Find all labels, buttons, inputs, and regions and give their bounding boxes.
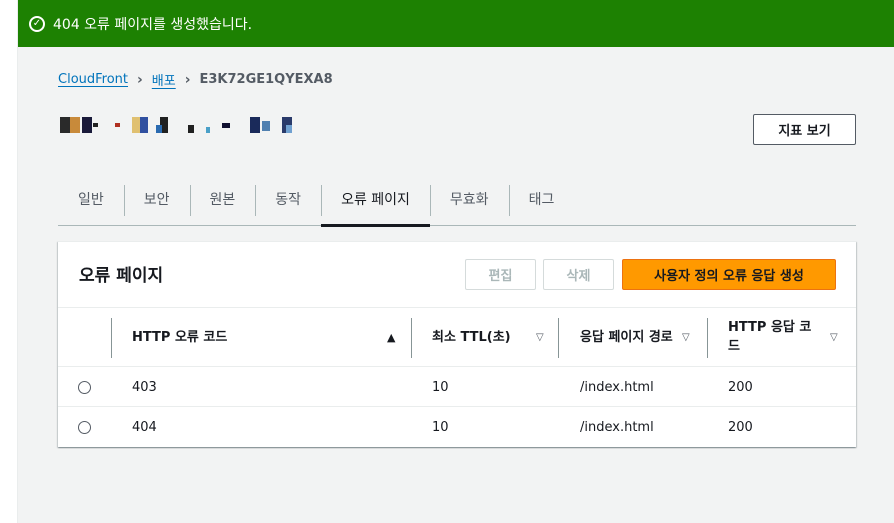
- cell-http-response-code: 200: [728, 419, 753, 435]
- table-row[interactable]: 404 10 /index.html 200: [58, 407, 856, 447]
- success-flash-banner: ✓ 404 오류 페이지를 생성했습니다.: [18, 0, 894, 47]
- success-check-icon: ✓: [29, 15, 45, 32]
- breadcrumb-distributions[interactable]: 배포: [152, 70, 176, 89]
- tab-invalidations[interactable]: 무효화: [429, 182, 509, 216]
- column-header-error-code[interactable]: HTTP 오류 코드 ▲: [132, 308, 407, 366]
- view-metrics-button[interactable]: 지표 보기: [753, 114, 856, 145]
- left-rail: [0, 0, 18, 523]
- tab-general[interactable]: 일반: [58, 182, 124, 215]
- chevron-right-icon: ›: [184, 71, 191, 88]
- cell-min-ttl: 10: [432, 379, 449, 395]
- column-header-http-response-code[interactable]: HTTP 응답 코드 ▽: [728, 308, 844, 366]
- create-custom-error-response-button[interactable]: 사용자 정의 오류 응답 생성: [622, 259, 836, 290]
- cell-error-code: 403: [132, 379, 157, 395]
- cell-response-path: /index.html: [580, 379, 654, 395]
- tab-origins[interactable]: 원본: [189, 182, 256, 216]
- sort-ascending-icon: ▲: [387, 330, 396, 344]
- page-title-redacted: [60, 117, 300, 133]
- breadcrumb-cloudfront[interactable]: CloudFront: [58, 72, 128, 87]
- cell-min-ttl: 10: [432, 419, 449, 435]
- sort-icon: ▽: [830, 331, 838, 343]
- delete-button[interactable]: 삭제: [543, 259, 614, 290]
- tab-behaviors[interactable]: 동작: [255, 182, 321, 216]
- tab-error-pages[interactable]: 오류 페이지: [321, 182, 430, 227]
- sort-icon: ▽: [682, 331, 690, 343]
- column-header-min-ttl[interactable]: 최소 TTL(초) ▽: [432, 308, 552, 366]
- tab-bar: 일반 보안 원본 동작 오류 페이지 무효화 태그: [58, 180, 856, 227]
- breadcrumb: CloudFront › 배포 › E3K72GE1QYEXA8: [58, 70, 333, 90]
- tab-tags[interactable]: 태그: [508, 182, 575, 216]
- flash-message: 404 오류 페이지를 생성했습니다.: [53, 16, 253, 33]
- breadcrumb-current: E3K72GE1QYEXA8: [199, 72, 333, 87]
- panel-title: 오류 페이지: [79, 266, 164, 286]
- table-header: HTTP 오류 코드 ▲ 최소 TTL(초) ▽ 응답 페이지 경로 ▽ HTT…: [58, 307, 856, 367]
- cell-error-code: 404: [132, 419, 157, 435]
- column-divider[interactable]: [411, 318, 412, 358]
- row-radio-button[interactable]: [78, 380, 91, 394]
- edit-button[interactable]: 편집: [465, 259, 536, 290]
- error-pages-panel: 오류 페이지 편집 삭제 사용자 정의 오류 응답 생성 HTTP 오류 코드 …: [58, 241, 856, 447]
- column-divider[interactable]: [558, 318, 559, 358]
- chevron-right-icon: ›: [137, 71, 143, 88]
- table-row[interactable]: 403 10 /index.html 200: [58, 367, 856, 407]
- cell-response-path: /index.html: [580, 419, 654, 435]
- row-radio-button[interactable]: [78, 420, 91, 434]
- column-divider[interactable]: [707, 318, 708, 358]
- tab-security[interactable]: 보안: [123, 182, 190, 216]
- cell-http-response-code: 200: [728, 379, 753, 395]
- column-header-response-path[interactable]: 응답 페이지 경로 ▽: [580, 308, 696, 366]
- column-divider: [111, 318, 112, 358]
- sort-icon: ▽: [536, 331, 544, 343]
